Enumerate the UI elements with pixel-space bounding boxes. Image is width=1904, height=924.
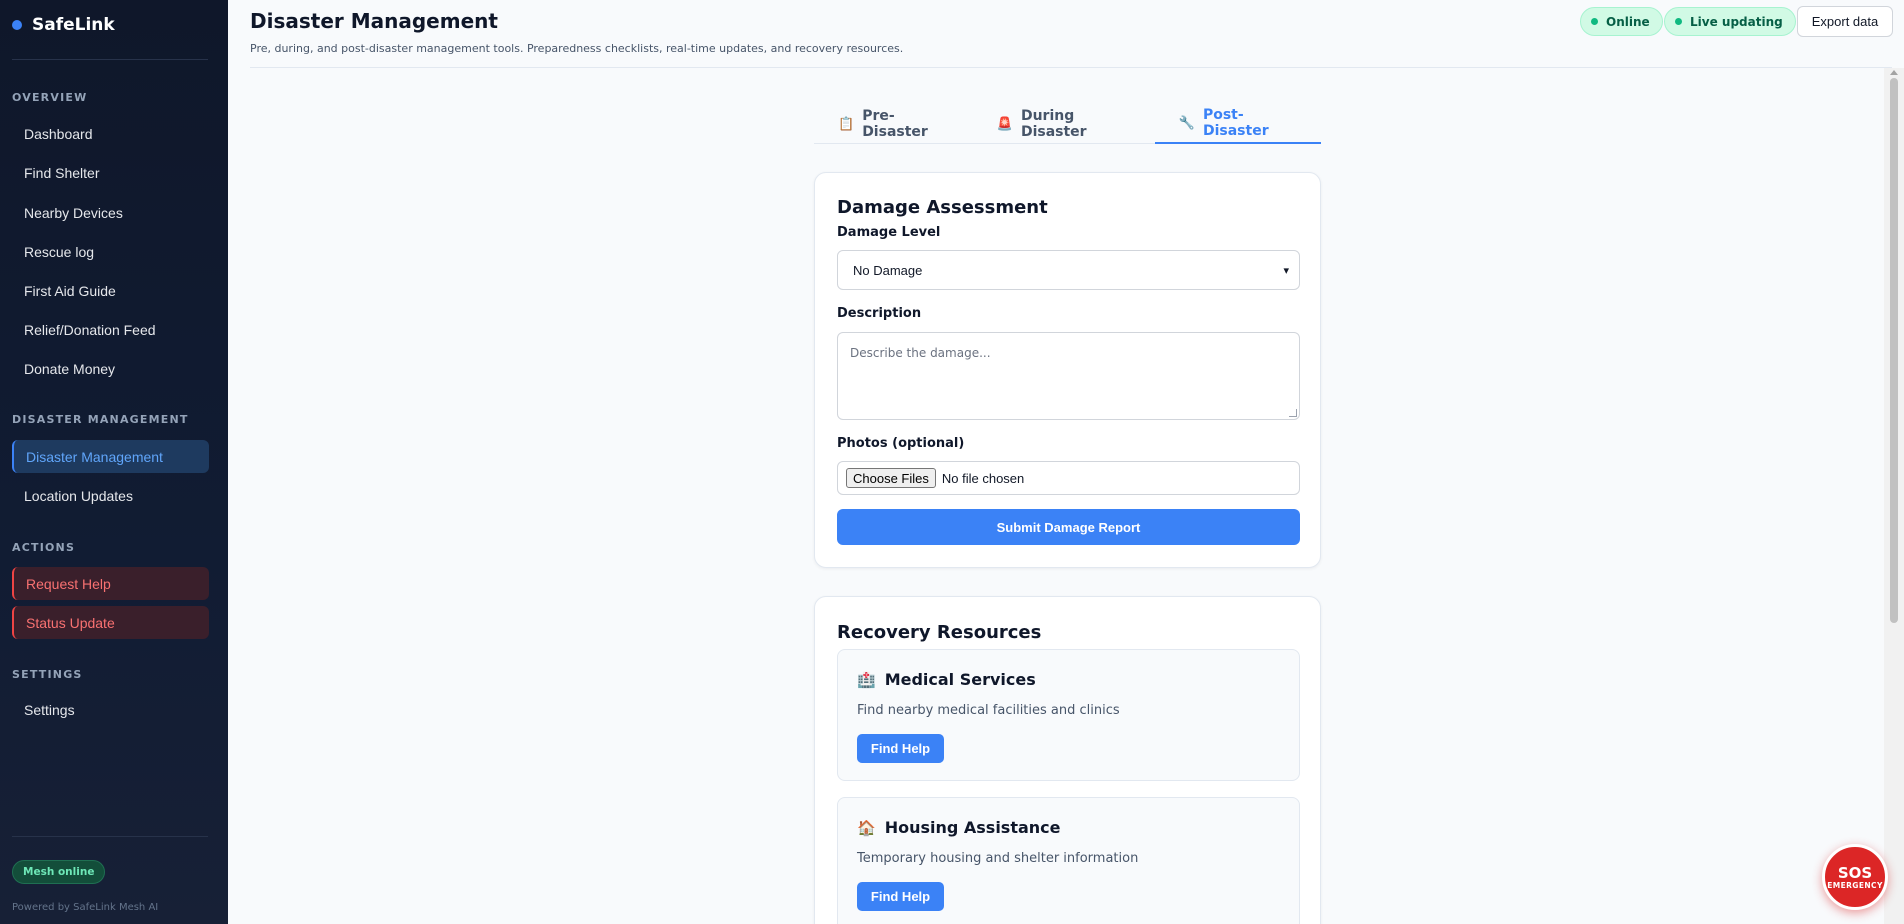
mesh-status-badge: Mesh online (12, 860, 106, 884)
siren-icon: 🚨 (996, 116, 1013, 132)
damage-level-value: No Damage (853, 262, 923, 278)
tab-label: Post-Disaster (1202, 107, 1269, 139)
sidebar-item-disaster-management[interactable]: Disaster Management (12, 440, 209, 473)
resize-handle-icon[interactable] (1289, 409, 1297, 417)
section-label-disaster-management: DISASTER MANAGEMENT (12, 413, 189, 426)
scroll-up-arrow-icon[interactable] (1890, 70, 1898, 75)
divider (12, 59, 208, 60)
tab-label: Pre-Disaster (862, 108, 928, 140)
card-title: Recovery Resources (837, 622, 1042, 643)
description-placeholder: Describe the damage... (850, 346, 991, 360)
description-textarea[interactable]: Describe the damage... (837, 332, 1300, 420)
sos-sublabel: EMERGENCY (1827, 880, 1883, 890)
no-file-text: No file chosen (941, 470, 1025, 486)
divider (250, 67, 1892, 68)
damage-assessment-card: Damage Assessment Damage Level No Damage… (814, 172, 1321, 568)
export-data-button[interactable]: Export data (1797, 6, 1893, 37)
resource-housing-assistance: 🏠 Housing Assistance Temporary housing a… (837, 797, 1300, 924)
sidebar-item-donate-money[interactable]: Donate Money (12, 352, 209, 385)
find-help-button[interactable]: Find Help (857, 882, 944, 911)
sidebar-item-first-aid-guide[interactable]: First Aid Guide (12, 274, 209, 307)
sidebar-item-dashboard[interactable]: Dashboard (12, 117, 209, 150)
divider (12, 836, 208, 837)
sidebar-item-location-updates[interactable]: Location Updates (12, 479, 209, 512)
brand-logo[interactable]: SafeLink (0, 0, 228, 50)
resource-description: Temporary housing and shelter informatio… (857, 851, 1139, 866)
find-help-button[interactable]: Find Help (857, 734, 944, 763)
card-title: Damage Assessment (837, 197, 1048, 218)
resource-title-text: Housing Assistance (884, 818, 1061, 837)
tab-post-disaster[interactable]: 🔧 Post-Disaster (1154, 104, 1321, 144)
online-status-label: Online (1606, 14, 1650, 29)
sidebar-item-relief-donation-feed[interactable]: Relief/Donation Feed (12, 313, 209, 346)
submit-damage-report-button[interactable]: Submit Damage Report (837, 509, 1300, 545)
wrench-icon: 🔧 (1178, 115, 1195, 131)
resource-description: Find nearby medical facilities and clini… (857, 703, 1120, 718)
damage-level-label: Damage Level (837, 225, 941, 240)
sidebar-item-rescue-log[interactable]: Rescue log (12, 235, 209, 268)
tab-during-disaster[interactable]: 🚨 During Disaster (973, 104, 1155, 144)
sidebar-item-settings[interactable]: Settings (12, 693, 209, 726)
page-title: Disaster Management (250, 9, 498, 33)
section-label-actions: ACTIONS (12, 541, 76, 554)
photos-label: Photos (optional) (837, 436, 965, 451)
online-dot-icon (1591, 18, 1598, 25)
tab-label: During Disaster (1020, 108, 1087, 140)
online-status-badge: Online (1580, 7, 1663, 36)
brand-dot-icon (12, 20, 22, 30)
section-label-overview: OVERVIEW (12, 91, 88, 104)
hospital-icon: 🏥 (857, 670, 876, 689)
resource-title: 🏠 Housing Assistance (857, 818, 1061, 837)
resource-medical-services: 🏥 Medical Services Find nearby medical f… (837, 649, 1300, 781)
disaster-phase-tabs: 📋 Pre-Disaster 🚨 During Disaster 🔧 Post-… (814, 104, 1321, 144)
clipboard-icon: 📋 (838, 116, 855, 132)
page-subtitle: Pre, during, and post-disaster managemen… (250, 42, 904, 55)
resource-title: 🏥 Medical Services (857, 670, 1036, 689)
damage-level-select[interactable]: No Damage ▾ (837, 250, 1300, 290)
live-dot-icon (1675, 18, 1682, 25)
recovery-resources-card: Recovery Resources 🏥 Medical Services Fi… (814, 596, 1321, 924)
main-scrollbar[interactable] (1884, 68, 1904, 924)
sos-label: SOS (1837, 863, 1873, 882)
sidebar-item-status-update[interactable]: Status Update (12, 606, 209, 639)
section-label-settings: SETTINGS (12, 668, 83, 681)
tab-pre-disaster[interactable]: 📋 Pre-Disaster (814, 104, 973, 144)
live-updating-label: Live updating (1690, 14, 1783, 29)
house-icon: 🏠 (857, 818, 876, 837)
description-label: Description (837, 306, 922, 321)
choose-files-button[interactable]: Choose Files (846, 468, 936, 488)
live-updating-badge: Live updating (1664, 7, 1796, 36)
resource-title-text: Medical Services (884, 670, 1036, 689)
sos-emergency-button[interactable]: SOS EMERGENCY (1822, 844, 1888, 910)
sidebar-item-find-shelter[interactable]: Find Shelter (12, 156, 209, 189)
sidebar-item-nearby-devices[interactable]: Nearby Devices (12, 196, 209, 229)
photos-file-input[interactable]: Choose Files No file chosen (837, 461, 1300, 495)
scrollbar-thumb[interactable] (1890, 78, 1898, 623)
chevron-down-icon: ▾ (1283, 264, 1289, 277)
sidebar-item-request-help[interactable]: Request Help (12, 567, 209, 600)
powered-by-text: Powered by SafeLink Mesh AI (12, 902, 159, 913)
brand-name: SafeLink (32, 15, 115, 35)
sidebar: SafeLink OVERVIEW Dashboard Find Shelter… (0, 0, 228, 924)
